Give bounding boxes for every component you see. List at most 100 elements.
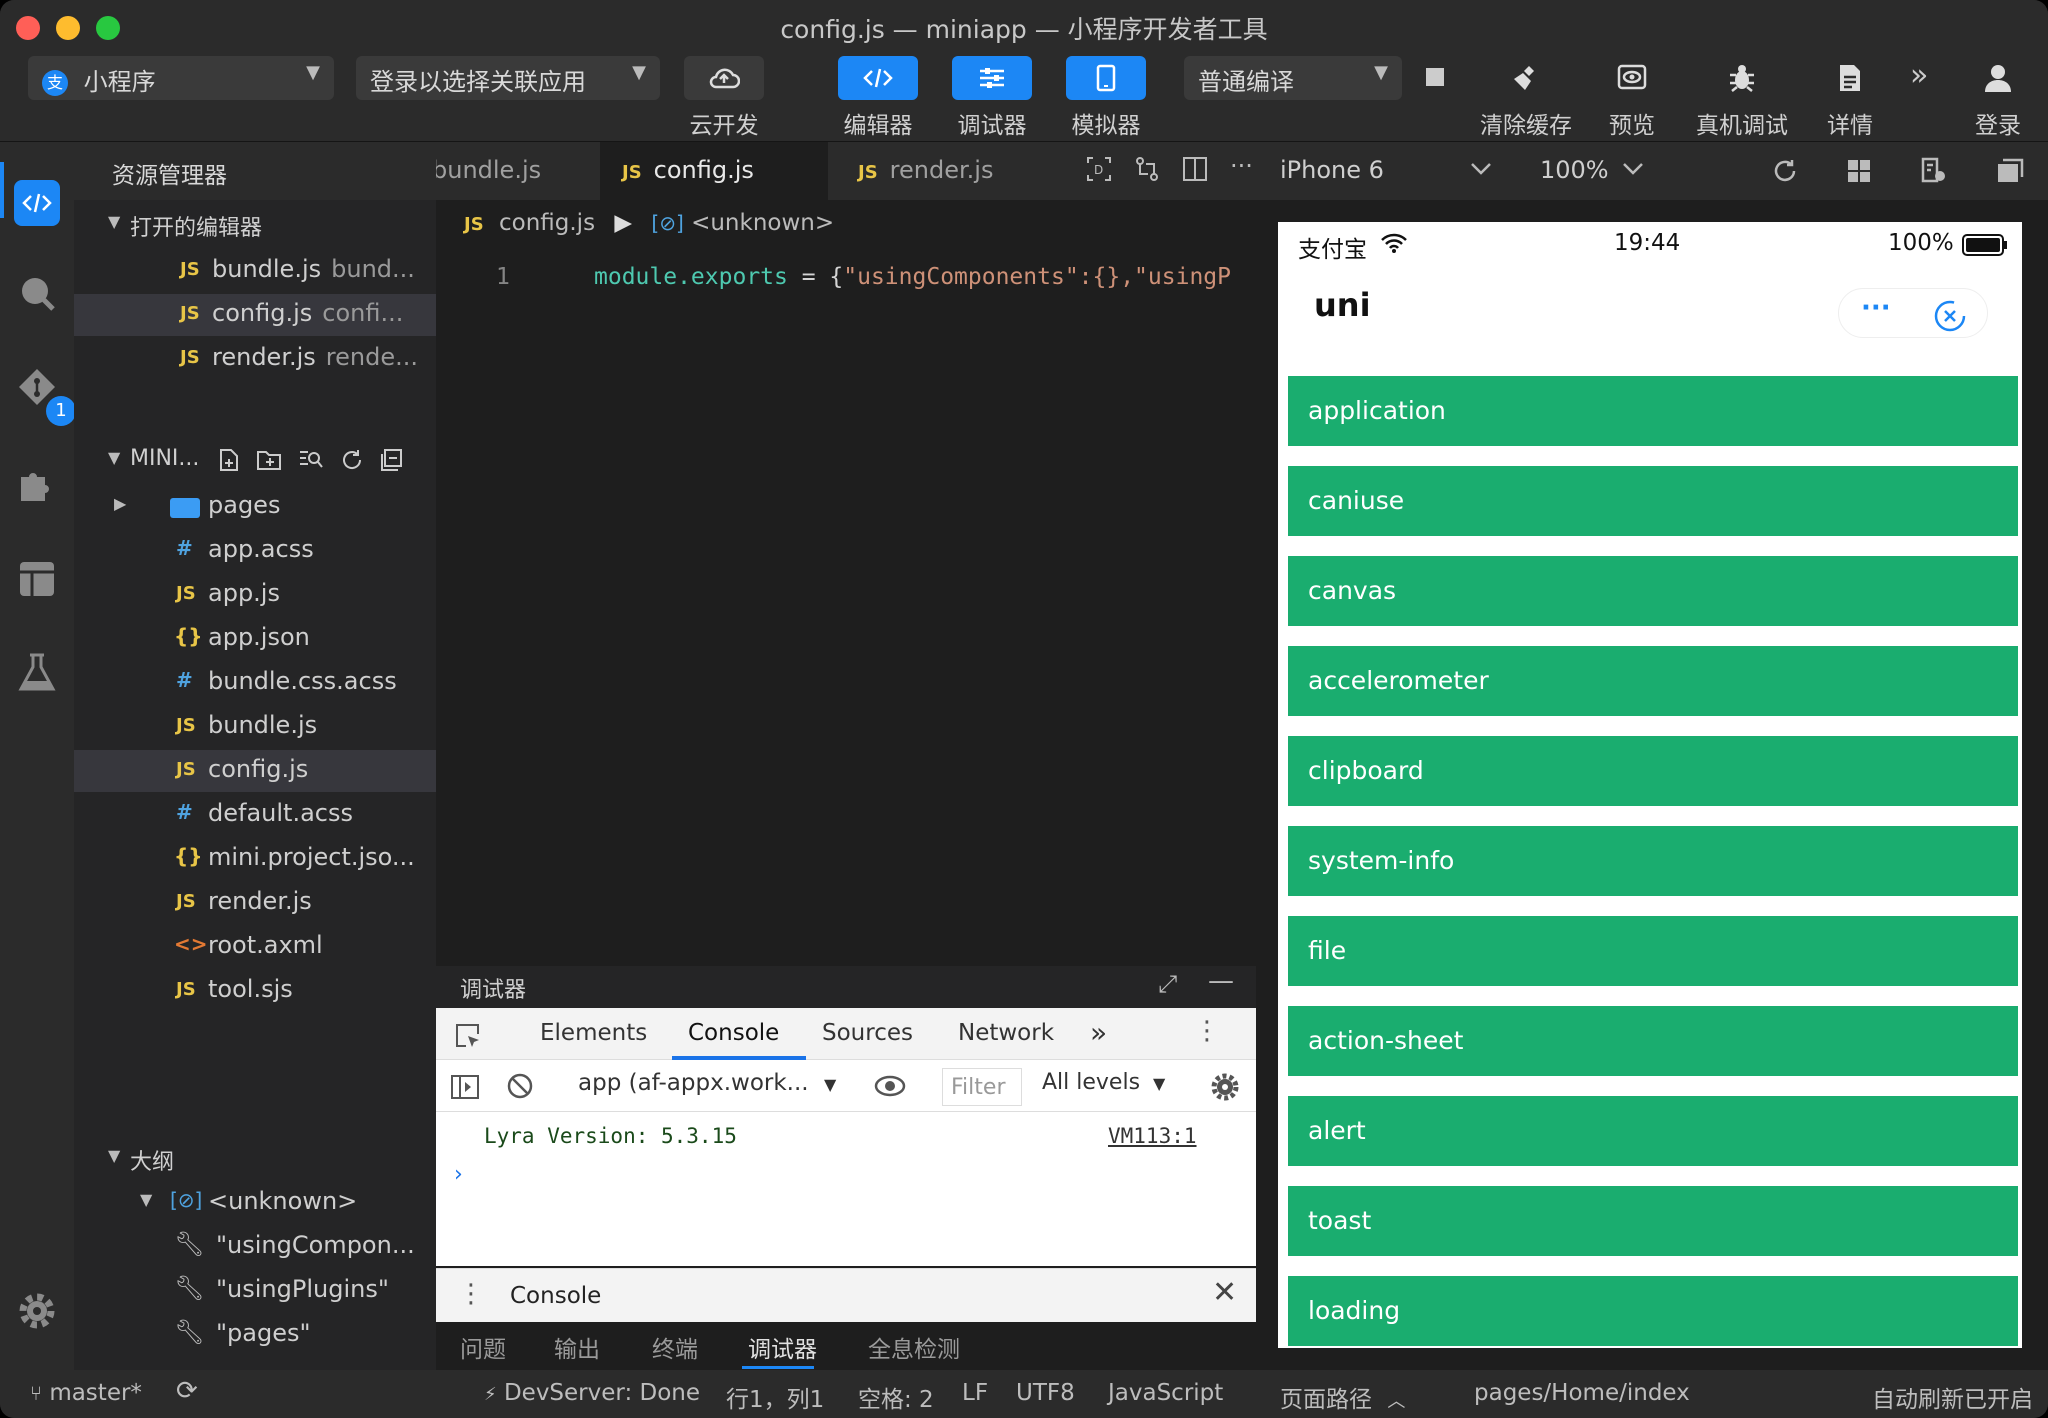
file-item[interactable]: JS bundle.js [74,706,436,748]
list-item[interactable]: caniuse [1288,466,2018,536]
list-item[interactable]: action-sheet [1288,1006,2018,1076]
login-button[interactable] [1958,58,2038,98]
zoom-select[interactable]: 100% [1540,156,1609,184]
inspect-element-icon[interactable] [454,1022,482,1050]
console-source-link[interactable]: VM113:1 [1108,1124,1197,1148]
page-settings-icon[interactable] [1920,156,1948,184]
tab-problems[interactable]: 问题 [460,1330,506,1364]
pages-activity-button[interactable] [14,556,60,602]
simulator-toggle-button[interactable] [1066,56,1146,100]
tab-config-js[interactable]: JS config.js [600,142,828,200]
more-icon[interactable]: ··· [1861,293,1891,323]
outline-item[interactable]: 🔧︎ "usingPlugins" [74,1270,436,1312]
app-type-select[interactable]: 支 小程序 ▼ [28,56,334,100]
outline-item[interactable]: ▼ [⊘] <unknown> [74,1182,436,1224]
window-mode-icon[interactable] [1996,158,2024,184]
breadcrumb-symbol[interactable]: <unknown> [691,210,834,236]
new-file-icon[interactable] [218,448,240,472]
search-activity-button[interactable] [14,270,60,316]
sidebar-toggle-icon[interactable] [450,1074,480,1100]
compare-icon[interactable] [1134,156,1160,182]
list-item[interactable]: application [1288,376,2018,446]
list-item[interactable]: clipboard [1288,736,2018,806]
file-item[interactable]: JS render.js [74,882,436,924]
chevron-down-icon[interactable] [1622,162,1644,176]
tab-elements[interactable]: Elements [540,1020,647,1046]
settings-activity-button[interactable] [14,1288,60,1334]
list-item[interactable]: accelerometer [1288,646,2018,716]
more-actions-icon[interactable]: ··· [1230,154,1253,182]
debugger-toggle-button[interactable] [952,56,1032,100]
remote-debug-button[interactable] [1702,58,1782,98]
list-item[interactable]: alert [1288,1096,2018,1166]
editor-toggle-button[interactable] [838,56,918,100]
expand-icon[interactable]: ⤢ [1158,970,1177,998]
list-item[interactable]: canvas [1288,556,2018,626]
file-item[interactable]: JS tool.sjs [74,970,436,1012]
details-button[interactable] [1810,58,1890,98]
list-item[interactable]: system-info [1288,826,2018,896]
code-editor[interactable]: 1 module.exports = {"usingComponents":{}… [436,246,1256,966]
log-levels-select[interactable]: All levels ▼ [1042,1070,1165,1095]
tab-holographic-check[interactable]: 全息检测 [868,1330,960,1364]
tab-output[interactable]: 输出 [554,1330,600,1364]
project-header[interactable]: ▼ MINI... [74,440,436,480]
encoding[interactable]: UTF8 [1016,1380,1075,1406]
extensions-activity-button[interactable] [14,462,60,508]
context-select[interactable]: app (af-appx.work... ▼ [578,1070,836,1096]
preview-button[interactable] [1592,58,1672,98]
outline-header[interactable]: ▼ 大纲 [74,1138,436,1178]
indentation[interactable]: 空格: 2 [858,1380,934,1414]
file-item[interactable]: # app.acss [74,530,436,572]
file-item[interactable]: # default.acss [74,794,436,836]
preview-file-icon[interactable]: D [1086,156,1112,182]
minimize-panel-icon[interactable]: — [1208,966,1234,996]
open-editor-item[interactable]: JS config.js confi... [74,294,436,336]
kebab-menu-icon[interactable]: ⋮ [1194,1016,1220,1046]
explorer-activity-button[interactable] [14,180,60,226]
tab-network[interactable]: Network [958,1020,1054,1046]
tab-debugger[interactable]: 调试器 [748,1330,817,1364]
page-path-toggle[interactable]: 页面路径 ︿ [1280,1380,1405,1414]
clear-cache-button[interactable] [1486,58,1566,98]
list-item[interactable]: loading [1288,1276,2018,1346]
outline-item[interactable]: 🔧︎ "pages" [74,1314,436,1356]
clear-console-icon[interactable] [506,1072,534,1100]
outline-item[interactable]: 🔧︎ "usingCompon... [74,1226,436,1268]
file-item[interactable]: {} app.json [74,618,436,660]
filter-input[interactable]: Filter [942,1068,1022,1106]
devserver-status[interactable]: ⚡︎ DevServer: Done [484,1380,700,1406]
reload-icon[interactable] [1772,158,1798,184]
list-item[interactable]: file [1288,916,2018,986]
language-mode[interactable]: JavaScript [1108,1380,1223,1406]
file-item[interactable]: <> root.axml [74,926,436,968]
tab-bundle-js[interactable]: bundle.js [436,142,598,200]
new-folder-icon[interactable] [256,448,282,472]
tab-terminal[interactable]: 终端 [652,1330,698,1364]
branch-indicator[interactable]: ⑂ master* [30,1380,142,1406]
more-chevron-icon[interactable]: » [1910,58,1928,93]
refresh-icon[interactable] [340,448,364,472]
auto-refresh-status[interactable]: 自动刷新已开启 [1872,1380,2033,1414]
folder-item[interactable]: ▶ pages [74,486,436,528]
file-item[interactable]: {} mini.project.jso... [74,838,436,880]
open-editor-item[interactable]: JS bundle.js bund... [74,250,436,292]
eye-icon[interactable] [874,1074,906,1098]
more-tabs-icon[interactable]: » [1090,1016,1107,1049]
split-editor-icon[interactable] [1182,156,1208,182]
tab-console[interactable]: Console [688,1020,779,1046]
console-prompt[interactable]: › [454,1162,463,1187]
cloud-button[interactable] [684,56,764,100]
open-editor-item[interactable]: JS render.js rende... [74,338,436,380]
gear-icon[interactable] [1210,1072,1240,1102]
kebab-menu-icon[interactable]: ⋮ [458,1279,484,1309]
sync-icon[interactable]: ⟳ [176,1376,198,1406]
file-item[interactable]: JS app.js [74,574,436,616]
line-ending[interactable]: LF [962,1380,988,1406]
chevron-down-icon[interactable] [1470,162,1492,176]
link-app-select[interactable]: 登录以选择关联应用 ▼ [356,56,660,100]
grid-icon[interactable] [1846,158,1872,184]
open-editors-header[interactable]: ▼ 打开的编辑器 [74,204,436,244]
close-miniapp-icon[interactable] [1933,299,1967,333]
device-select[interactable]: iPhone 6 [1280,156,1384,184]
